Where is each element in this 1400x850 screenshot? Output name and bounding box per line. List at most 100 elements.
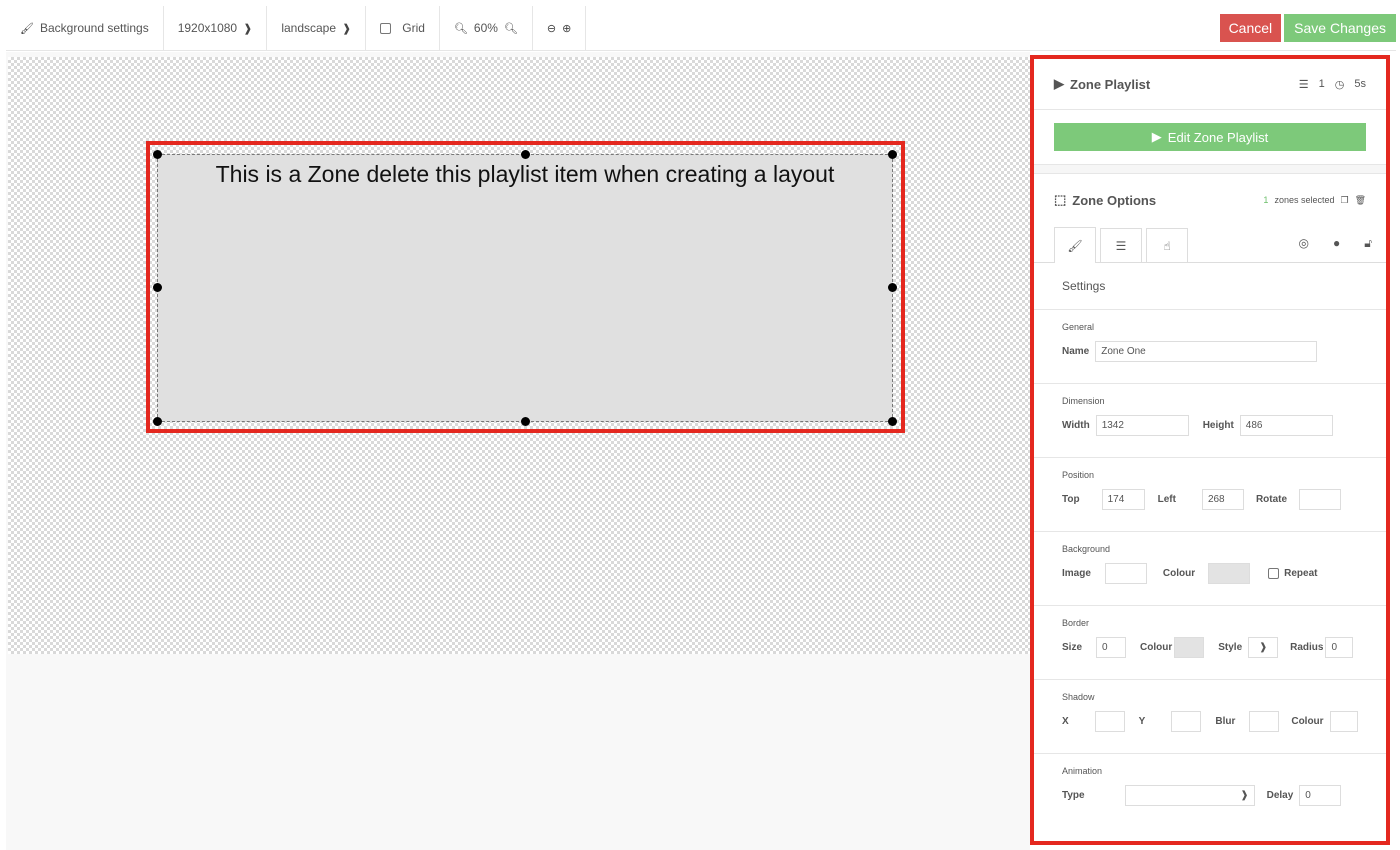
resize-handle-top[interactable] xyxy=(521,150,530,159)
zone-options-icon: ⬚ xyxy=(1054,192,1067,207)
zone-options-tabs: 🖌︎ ☰ ☝︎ ◎ ● 🔓︎ xyxy=(1034,226,1386,263)
tab-adjustments[interactable]: ☰ xyxy=(1100,228,1142,262)
brush-icon: 🖌︎ xyxy=(20,22,34,35)
sliders-icon: ☰ xyxy=(1115,238,1127,253)
animation-type-label: Type xyxy=(1062,789,1085,801)
rotate-label: Rotate xyxy=(1255,493,1288,505)
resize-handle-bottom[interactable] xyxy=(521,417,530,426)
shadow-colour-label: Colour xyxy=(1291,715,1324,727)
top-input[interactable]: 174 xyxy=(1101,488,1145,510)
zone-text: This is a Zone delete this playlist item… xyxy=(215,161,835,187)
resize-handle-bottom-left[interactable] xyxy=(153,417,162,426)
background-image-input[interactable] xyxy=(1104,562,1147,584)
edit-zone-playlist-label: Edit Zone Playlist xyxy=(1167,129,1269,145)
general-section: General Name Zone One xyxy=(1034,310,1386,384)
border-size-input[interactable]: 0 xyxy=(1096,636,1127,658)
zoom-reset-control[interactable]: ⊖ ⊕ xyxy=(533,6,587,50)
border-size-label: Size xyxy=(1062,641,1083,653)
animation-type-select[interactable]: ❱ xyxy=(1124,784,1255,806)
left-label: Left xyxy=(1157,493,1176,505)
background-settings-button[interactable]: 🖌︎ Background settings xyxy=(6,6,164,50)
zoom-out-icon[interactable]: 🔍︎ xyxy=(454,22,468,35)
border-colour-label: Colour xyxy=(1140,641,1173,653)
left-input[interactable]: 268 xyxy=(1201,488,1244,510)
save-changes-button[interactable]: Save Changes xyxy=(1284,14,1396,42)
zoom-plus-icon[interactable]: ⊕ xyxy=(562,22,571,35)
dimension-section: Dimension Width 1342 Height 486 xyxy=(1034,384,1386,458)
playlist-title: Zone Playlist xyxy=(1070,76,1151,92)
zoom-control[interactable]: 🔍︎ 60% 🔍︎ xyxy=(440,6,533,50)
edit-zone-playlist-button[interactable]: ▶︎ Edit Zone Playlist xyxy=(1054,123,1366,151)
playlist-duration: 5s xyxy=(1354,78,1366,90)
name-input[interactable]: Zone One xyxy=(1095,340,1318,362)
copy-icon[interactable]: ❐ xyxy=(1340,195,1348,206)
resize-handle-top-right[interactable] xyxy=(888,150,897,159)
background-title: Background xyxy=(1062,544,1111,554)
zones-selected-count: 1 xyxy=(1263,195,1269,205)
width-input[interactable]: 1342 xyxy=(1095,414,1189,436)
zones-selected-label: zones selected xyxy=(1274,195,1335,205)
resize-handle-right[interactable] xyxy=(888,283,897,292)
shadow-x-input[interactable] xyxy=(1094,710,1125,732)
border-colour-swatch[interactable] xyxy=(1174,636,1205,658)
border-radius-input[interactable]: 0 xyxy=(1325,636,1354,658)
shadow-title: Shadow xyxy=(1062,692,1095,702)
play-square-icon: ▶︎ xyxy=(1151,129,1162,144)
resolution-dropdown[interactable]: 1920x1080 ❱ xyxy=(164,6,268,50)
zoom-in-icon[interactable]: 🔍︎ xyxy=(504,22,518,35)
grid-toggle[interactable]: Grid xyxy=(366,6,440,50)
background-colour-label: Colour xyxy=(1162,567,1196,579)
border-style-select[interactable]: ❱ xyxy=(1248,636,1279,658)
background-colour-swatch[interactable] xyxy=(1208,562,1251,584)
height-input[interactable]: 486 xyxy=(1239,414,1333,436)
globe-icon[interactable]: ● xyxy=(1333,236,1340,251)
repeat-checkbox[interactable] xyxy=(1268,567,1280,579)
settings-title: Settings xyxy=(1034,263,1386,310)
shadow-section: Shadow X Y Blur Colour xyxy=(1034,680,1386,754)
resize-handle-left[interactable] xyxy=(153,283,162,292)
orientation-dropdown[interactable]: landscape ❱ xyxy=(267,6,367,50)
rotate-input[interactable] xyxy=(1299,488,1342,510)
background-settings-label: Background settings xyxy=(39,21,149,35)
resize-handle-bottom-right[interactable] xyxy=(888,417,897,426)
eye-slash-icon[interactable]: ◎ xyxy=(1298,236,1308,251)
zone-options-title: Zone Options xyxy=(1072,192,1157,208)
width-label: Width xyxy=(1062,419,1090,431)
shadow-blur-label: Blur xyxy=(1215,715,1236,727)
border-radius-label: Radius xyxy=(1290,641,1324,653)
playlist-header: ▶︎ Zone Playlist ☰ 1 ◷ 5s xyxy=(1034,59,1386,110)
dimension-title: Dimension xyxy=(1062,396,1105,406)
grid-checkbox[interactable] xyxy=(380,22,392,34)
repeat-label: Repeat xyxy=(1284,567,1318,579)
border-title: Border xyxy=(1062,618,1090,628)
position-section: Position Top 174 Left 268 Rotate xyxy=(1034,458,1386,532)
trash-icon[interactable]: 🗑︎ xyxy=(1355,195,1366,206)
general-title: General xyxy=(1062,322,1095,332)
resize-handle-top-left[interactable] xyxy=(153,150,162,159)
animation-delay-label: Delay xyxy=(1266,789,1294,801)
chevron-down-icon: ❱ xyxy=(243,22,253,35)
zoom-minus-icon[interactable]: ⊖ xyxy=(547,22,556,35)
animation-delay-input[interactable]: 0 xyxy=(1299,784,1342,806)
animation-section: Animation Type ❱ Delay 0 xyxy=(1034,754,1386,827)
shadow-blur-input[interactable] xyxy=(1249,710,1280,732)
shadow-y-label: Y xyxy=(1138,715,1146,727)
position-title: Position xyxy=(1062,470,1095,480)
shadow-colour-input[interactable] xyxy=(1329,710,1358,732)
resolution-label: 1920x1080 xyxy=(177,21,238,35)
cancel-button[interactable]: Cancel xyxy=(1219,14,1282,42)
zone-options-header: ⬚ Zone Options 1 zones selected ❐ 🗑︎ xyxy=(1034,174,1386,226)
height-label: Height xyxy=(1202,419,1234,431)
clock-icon: ◷ xyxy=(1334,78,1345,91)
tab-appearance[interactable]: 🖌︎ xyxy=(1054,227,1096,263)
tab-actions[interactable]: ☝︎ xyxy=(1146,228,1188,262)
list-icon: ☰ xyxy=(1298,78,1309,91)
brush-icon: 🖌︎ xyxy=(1067,238,1083,253)
unlock-icon[interactable]: 🔓︎ xyxy=(1364,236,1372,251)
top-label: Top xyxy=(1062,493,1080,505)
chevron-down-icon: ❱ xyxy=(342,22,352,35)
zone-one[interactable]: This is a Zone delete this playlist item… xyxy=(157,154,893,422)
shadow-y-input[interactable] xyxy=(1171,710,1202,732)
grid-label: Grid xyxy=(402,21,425,35)
orientation-label: landscape xyxy=(281,21,337,35)
